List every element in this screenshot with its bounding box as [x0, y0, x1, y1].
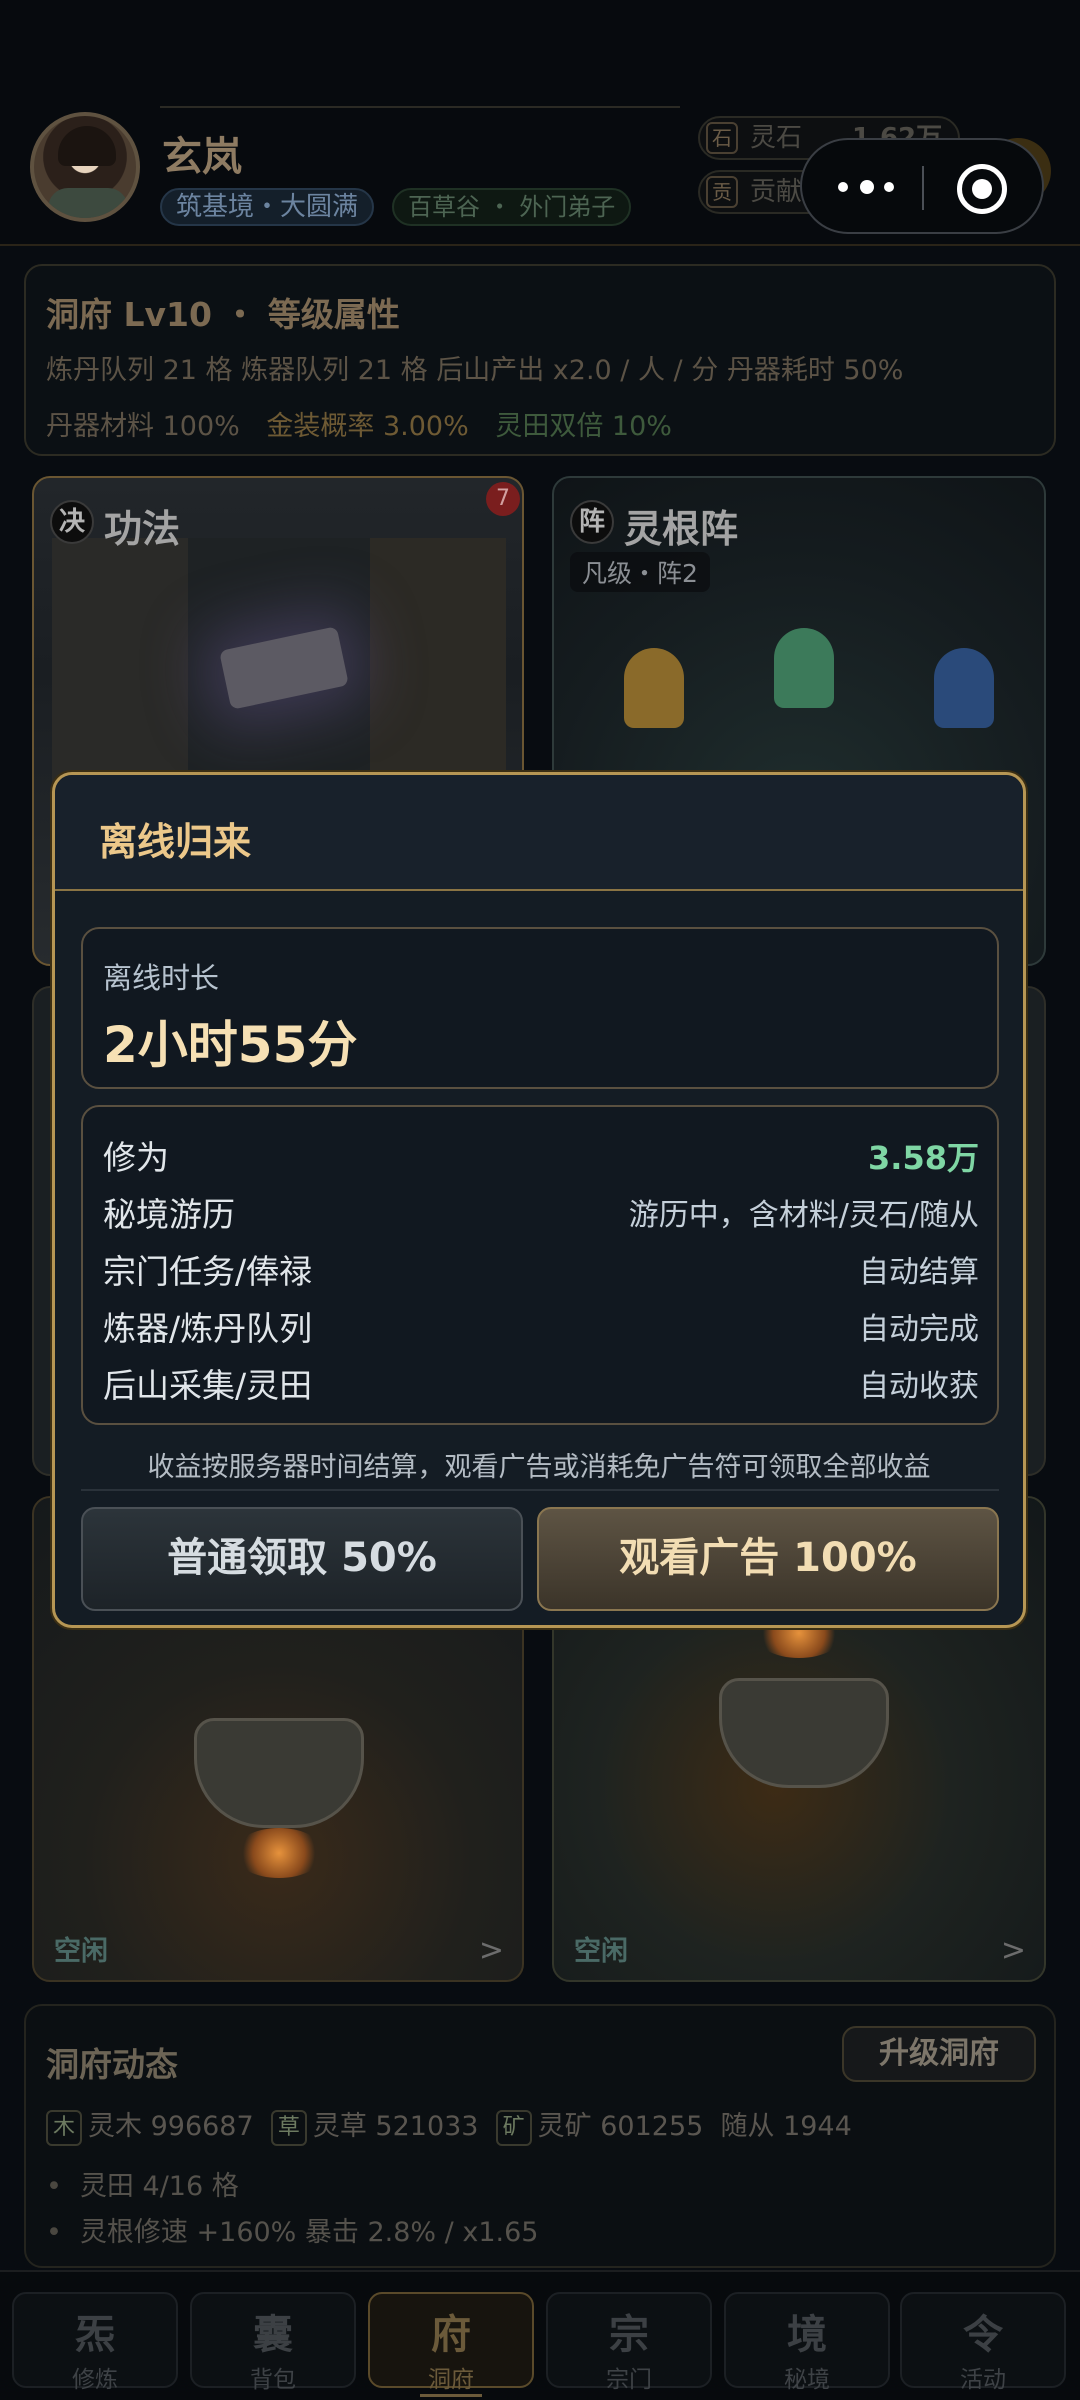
claim-half-button[interactable]: 普通领取 50%	[81, 1507, 523, 1611]
offline-duration-box: 离线时长 2小时55分	[81, 927, 999, 1089]
avatar-robe	[48, 188, 128, 218]
cave-icon: 府	[431, 2312, 471, 2358]
nav-cave[interactable]: 府 洞府	[368, 2292, 534, 2397]
player-header: 玄岚 筑基境・大圆满 百草谷 ・ 外门弟子 石 灵石 1.62万 贡 贡献 26…	[0, 0, 1080, 246]
reward-key: 后山采集/灵田	[103, 1366, 313, 1405]
spirit-stone-icon: 石	[706, 122, 738, 154]
nav-cultivate[interactable]: 炁 修炼	[12, 2292, 178, 2393]
player-name: 玄岚	[162, 134, 242, 180]
array-icon: 阵	[570, 500, 614, 544]
miniprogram-capsule	[800, 138, 1044, 234]
reward-row: 宗门任务/俸禄 自动结算	[103, 1241, 979, 1291]
dynamics-title: 洞府动态	[46, 2045, 178, 2084]
dialog-title: 离线归来	[99, 820, 252, 864]
material-herb: 灵草 521033	[312, 2111, 479, 2142]
reward-value: 自动完成	[859, 1312, 979, 1347]
cultivate-icon: 炁	[75, 2312, 115, 2358]
material-ore: 灵矿 601255	[537, 2111, 704, 2142]
reward-key: 宗门任务/俸禄	[103, 1252, 313, 1291]
nav-bag[interactable]: 囊 背包	[190, 2292, 356, 2393]
watch-ad-full-button[interactable]: 观看广告 100%	[537, 1507, 999, 1611]
sect-badge: 百草谷 ・ 外门弟子	[392, 188, 632, 226]
nav-label: 修炼	[72, 2367, 118, 2393]
ore-icon: 矿	[495, 2109, 532, 2146]
record-circle-icon[interactable]	[957, 164, 1007, 214]
reward-value: 自动收获	[859, 1369, 979, 1404]
rewards-list: 修为 3.58万 秘境游历 游历中，含材料/灵石/随从 宗门任务/俸禄 自动结算…	[81, 1105, 999, 1425]
header-divider	[160, 106, 680, 108]
realm-icon: 境	[787, 2312, 827, 2358]
list-item: 灵田 4/16 格	[46, 2164, 239, 2203]
nav-label: 活动	[960, 2367, 1006, 2393]
nav-sect[interactable]: 宗 宗门	[546, 2292, 712, 2393]
material-wood: 灵木 996687	[88, 2111, 254, 2142]
settlement-note: 收益按服务器时间结算，观看广告或消耗免广告符可领取全部收益	[147, 1452, 931, 1483]
dialog-header: 离线归来	[55, 775, 1023, 891]
forge-status: 空闲	[574, 1936, 628, 1967]
events-icon: 令	[963, 2312, 1003, 2358]
blue-crystal-art	[934, 648, 994, 728]
sect-icon: 宗	[609, 2312, 649, 2358]
anvil-art	[719, 1678, 889, 1788]
reward-value: 游历中，含材料/灵石/随从	[628, 1198, 979, 1233]
array-grade: 凡级・阵2	[570, 552, 710, 592]
nav-label: 宗门	[606, 2367, 652, 2393]
bottom-nav: 炁 修炼 囊 背包 府 洞府 宗 宗门 境 秘境 令 活动	[0, 2270, 1080, 2400]
game-screen: 玄岚 筑基境・大圆满 百草谷 ・ 外门弟子 石 灵石 1.62万 贡 贡献 26…	[0, 0, 1080, 2400]
reward-value: 3.58万	[868, 1139, 979, 1177]
attr-field-double: 灵田双倍 10%	[495, 411, 672, 442]
reward-key: 修为	[103, 1138, 169, 1177]
gold-crystal-art	[624, 648, 684, 728]
cave-attributes-panel: 洞府 Lv10 ・ 等级属性 炼丹队列 21 格 炼器队列 21 格 后山产出 …	[24, 264, 1056, 456]
materials-row: 木灵木 996687 草灵草 521033 矿灵矿 601255 随从 1944	[46, 2104, 852, 2146]
chevron-right-icon: >	[1000, 1933, 1026, 1968]
reward-row: 修为 3.58万	[103, 1127, 979, 1177]
duration-value: 2小时55分	[103, 1016, 358, 1074]
reward-value: 自动结算	[859, 1255, 979, 1290]
array-title: 灵根阵	[624, 507, 739, 551]
list-item: 灵根修速 +160% 暴击 2.8% / x1.65	[46, 2210, 539, 2249]
nav-label: 背包	[250, 2367, 296, 2393]
nav-label: 洞府	[420, 2360, 482, 2397]
bag-icon: 囊	[253, 2312, 293, 2358]
green-crystal-art	[774, 628, 834, 708]
attr-line-1: 炼丹队列 21 格 炼器队列 21 格 后山产出 x2.0 / 人 / 分 丹器…	[46, 355, 904, 386]
nav-label: 秘境	[784, 2367, 830, 2393]
nav-events[interactable]: 令 活动	[900, 2292, 1066, 2393]
cave-dynamics-panel: 洞府动态 升级洞府 木灵木 996687 草灵草 521033 矿灵矿 6012…	[24, 2004, 1056, 2268]
realm-badge: 筑基境・大圆满	[160, 188, 375, 226]
reward-row: 炼器/炼丹队列 自动完成	[103, 1298, 979, 1348]
resource-label: 贡献	[750, 177, 803, 207]
notification-badge: 7	[486, 482, 520, 516]
chevron-right-icon: >	[478, 1933, 504, 1968]
herb-icon: 草	[270, 2109, 307, 2146]
dialog-divider	[81, 1489, 999, 1491]
avatar-hair	[58, 126, 116, 166]
cauldron-art	[194, 1718, 364, 1828]
fire-art	[234, 1828, 324, 1878]
alchemy-status: 空闲	[54, 1936, 108, 1967]
duration-label: 离线时长	[103, 961, 220, 995]
resource-label: 灵石	[750, 123, 803, 153]
cave-level-title: 洞府 Lv10 ・ 等级属性	[46, 295, 400, 334]
technique-title: 功法	[104, 507, 181, 551]
reward-key: 炼器/炼丹队列	[103, 1309, 313, 1348]
contribution-icon: 贡	[706, 176, 738, 208]
reward-key: 秘境游历	[103, 1195, 235, 1234]
attr-material: 丹器材料 100%	[46, 411, 240, 442]
capsule-divider	[922, 166, 924, 210]
nav-secret-realm[interactable]: 境 秘境	[724, 2292, 890, 2393]
attr-line-2: 丹器材料 100% 金装概率 3.00% 灵田双倍 10%	[46, 404, 690, 443]
more-dots-icon[interactable]	[838, 178, 898, 196]
followers-count: 随从 1944	[720, 2111, 852, 2142]
attr-gold-chance: 金装概率 3.00%	[266, 411, 469, 442]
player-avatar[interactable]	[30, 112, 140, 222]
wood-icon: 木	[46, 2109, 82, 2146]
upgrade-cave-button[interactable]: 升级洞府	[842, 2026, 1036, 2082]
offline-return-dialog: 离线归来 离线时长 2小时55分 修为 3.58万 秘境游历 游历中，含材料/灵…	[52, 772, 1026, 1628]
technique-icon: 决	[50, 500, 94, 544]
reward-row: 后山采集/灵田 自动收获	[103, 1355, 979, 1405]
reward-row: 秘境游历 游历中，含材料/灵石/随从	[103, 1184, 979, 1234]
